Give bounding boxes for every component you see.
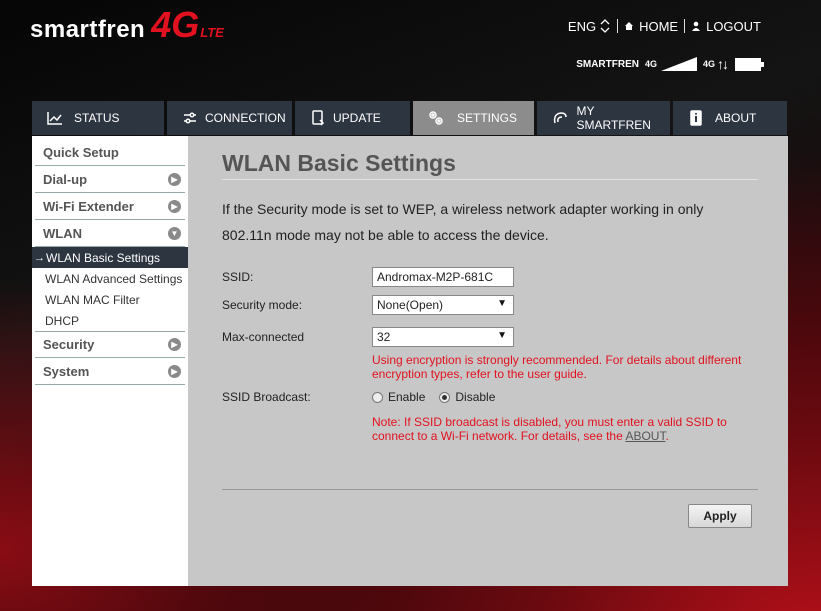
device-status-bar: SMARTFREN 4G 4G ↑↓: [576, 56, 764, 72]
sidebar-item-wlan[interactable]: WLAN ▼: [35, 220, 185, 247]
sidebar-subitem-wlan-basic[interactable]: → WLAN Basic Settings: [32, 247, 188, 268]
tab-about[interactable]: ABOUT: [673, 101, 787, 135]
tab-my-smartfren[interactable]: MY SMARTFREN: [537, 101, 670, 135]
network-type: 4G: [702, 59, 715, 69]
arrow-right-icon: →: [34, 251, 45, 264]
main-nav: STATUS CONNECTION UPDATE SETTINGS MY SMA…: [32, 101, 789, 135]
tab-my-smartfren-label: MY SMARTFREN: [576, 104, 651, 132]
title-divider: [222, 179, 758, 180]
security-mode-value: None(Open): [377, 298, 444, 312]
sliders-icon: [179, 111, 201, 125]
sidebar-item-label: WLAN: [43, 225, 82, 241]
logout-link[interactable]: LOGOUT: [691, 19, 761, 34]
battery-icon: [735, 57, 764, 71]
max-connected-select[interactable]: 32 ▼: [372, 327, 514, 347]
sidebar-item-system[interactable]: System ▶: [35, 358, 185, 385]
bottom-divider: [222, 489, 758, 490]
sidebar-item-label: Quick Setup: [43, 144, 119, 160]
tab-update[interactable]: UPDATE: [295, 101, 410, 135]
home-label: HOME: [639, 18, 679, 34]
broadcast-enable-radio[interactable]: [372, 391, 383, 403]
disable-label: Disable: [455, 390, 496, 404]
logo-wordmark: smartfren: [30, 16, 146, 43]
description-text: If the Security mode is set to WEP, a wi…: [222, 201, 704, 243]
sidebar-subitem-label: WLAN MAC Filter: [45, 292, 140, 307]
dropdown-arrow-icon: ▼: [497, 330, 507, 341]
chevron-updown-icon: [599, 18, 611, 34]
signal-network-type: 4G: [644, 59, 657, 69]
tab-status[interactable]: STATUS: [32, 101, 164, 135]
tab-connection-label: CONNECTION: [205, 111, 286, 125]
sidebar-item-dialup[interactable]: Dial-up ▶: [35, 166, 185, 193]
divider: [684, 19, 686, 33]
broadcast-note-text: Note: If SSID broadcast is disabled, you…: [372, 415, 727, 443]
sidebar-item-label: Security: [43, 337, 95, 352]
language-selector[interactable]: ENG: [568, 18, 611, 34]
ssid-value: Andromax-M2P-681C: [377, 270, 494, 284]
max-connected-label: Max-connected: [222, 330, 305, 344]
sidebar-item-label: Wi-Fi Extender: [43, 198, 134, 214]
sidebar-item-label: System: [43, 363, 90, 379]
tab-settings-label: SETTINGS: [457, 111, 518, 125]
device-update-icon: [307, 110, 329, 126]
chevron-down-icon: ▼: [168, 226, 181, 240]
chart-line-icon: [44, 111, 66, 125]
sidebar-item-security[interactable]: Security ▶: [35, 331, 185, 358]
page-title: WLAN Basic Settings: [222, 150, 456, 176]
about-link[interactable]: ABOUT: [625, 429, 665, 443]
home-icon: [625, 22, 634, 30]
smartfren-logo-icon: [549, 110, 571, 126]
apply-button[interactable]: Apply: [688, 504, 752, 528]
sidebar-subitem-dhcp[interactable]: DHCP: [32, 310, 188, 331]
enable-label: Enable: [388, 390, 426, 404]
note-end: .: [665, 429, 669, 443]
ssid-label: SSID:: [222, 270, 254, 284]
content-panel: WLAN Basic Settings If the Security mode…: [188, 136, 788, 586]
smartfren-logo: smartfren 4G LTE: [30, 4, 224, 45]
operator-name: SMARTFREN: [576, 58, 639, 70]
sidebar-subitem-wlan-mac-filter[interactable]: WLAN MAC Filter: [32, 289, 188, 310]
broadcast-note: Note: If SSID broadcast is disabled, you…: [372, 415, 762, 443]
tab-settings[interactable]: SETTINGS: [413, 101, 534, 135]
sidebar-subitem-label: WLAN Basic Settings: [46, 250, 161, 265]
sidebar-subitem-wlan-advanced[interactable]: WLAN Advanced Settings: [32, 268, 188, 289]
data-transfer-icon: ↑↓: [717, 56, 729, 72]
user-icon: [692, 21, 701, 31]
max-connected-value: 32: [377, 330, 391, 344]
language-label: ENG: [567, 18, 597, 34]
chevron-right-icon: ▶: [168, 199, 181, 213]
signal-strength-icon: [660, 57, 697, 71]
info-icon: [685, 110, 707, 126]
chevron-right-icon: ▶: [168, 172, 181, 186]
dropdown-arrow-icon: ▼: [497, 298, 507, 309]
sidebar: Quick Setup Dial-up ▶ Wi-Fi Extender ▶ W…: [32, 136, 188, 586]
tab-update-label: UPDATE: [333, 111, 381, 125]
logout-label: LOGOUT: [706, 18, 761, 34]
chevron-right-icon: ▶: [168, 364, 181, 378]
ssid-broadcast-radios: Enable Disable: [372, 390, 495, 404]
divider: [617, 19, 619, 33]
home-link[interactable]: HOME: [624, 19, 678, 34]
tab-about-label: ABOUT: [715, 111, 757, 125]
gears-icon: [425, 110, 447, 126]
tab-connection[interactable]: CONNECTION: [167, 101, 292, 135]
sidebar-item-label: Dial-up: [43, 171, 88, 187]
top-links: ENG HOME LOGOUT: [568, 18, 761, 34]
sidebar-item-quick-setup[interactable]: Quick Setup: [35, 139, 185, 166]
chevron-right-icon: ▶: [168, 338, 181, 351]
broadcast-disable-radio[interactable]: [439, 391, 451, 403]
security-mode-select[interactable]: None(Open) ▼: [372, 295, 514, 315]
sidebar-subitem-label: WLAN Advanced Settings: [45, 271, 183, 286]
ssid-broadcast-label: SSID Broadcast:: [222, 390, 311, 404]
sidebar-item-wifi-extender[interactable]: Wi-Fi Extender ▶: [35, 193, 185, 220]
tab-status-label: STATUS: [74, 111, 120, 125]
encryption-warning: Using encryption is strongly recommended…: [372, 353, 742, 381]
logo-4g: 4G: [151, 4, 200, 45]
logo-lte: LTE: [200, 25, 224, 40]
ssid-input[interactable]: Andromax-M2P-681C: [372, 267, 514, 287]
sidebar-subitem-label: DHCP: [45, 313, 80, 328]
security-mode-label: Security mode:: [222, 298, 303, 312]
